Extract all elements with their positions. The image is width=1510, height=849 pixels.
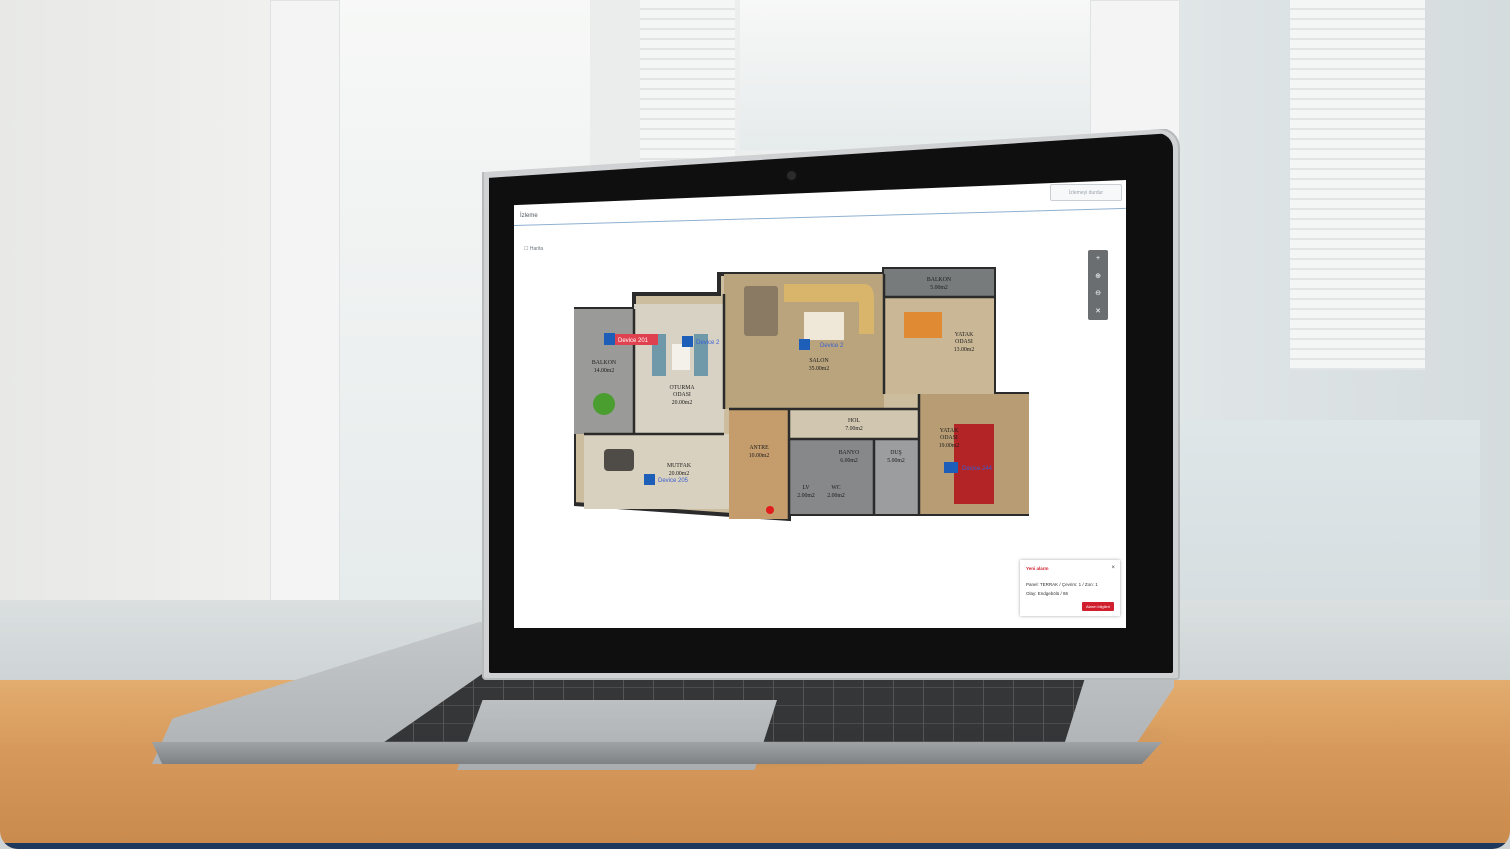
room-label-yatak-top: YATAK (955, 332, 974, 338)
device-label-205: Device 205 (658, 478, 689, 484)
room-label-lv: LV (802, 485, 810, 491)
close-icon[interactable]: × (1111, 565, 1115, 571)
device-label-201: Device 201 (618, 338, 649, 344)
floor-plan: BALKON 5.00m2 BALKON 14.00m2 OTURMA ODAS… (574, 267, 1029, 522)
room-area-banyo: 6.00m2 (840, 458, 858, 464)
room-area-lv: 2.00m2 (797, 493, 815, 499)
alarm-panel-info: Panel: TERRAK / Çevrim: 1 / Zon: 1 (1026, 582, 1098, 587)
living-table (672, 344, 690, 370)
room-label-balkon-left: BALKON (592, 360, 617, 366)
device-label-2: Device 2 (820, 343, 844, 349)
device-marker-201[interactable]: Device 201 (604, 333, 658, 345)
room-balkon-top (884, 269, 994, 297)
room-banyo (789, 439, 874, 514)
webcam-icon (787, 171, 796, 180)
window-frame (270, 0, 340, 610)
room-area-yatak-bottom: 19.00m2 (939, 443, 960, 449)
room-label-wc: WC (831, 485, 840, 491)
room-label-hol: HOL (848, 418, 860, 424)
desk-orange (904, 312, 942, 338)
footer-bar (0, 843, 1510, 849)
photo-scene: İzleme İzlemeyi durdur ☐ Harita + ⊕ ⊖ ✕ (0, 0, 1510, 849)
window-shutter (640, 0, 735, 170)
room-label-oturma-2: ODASI (673, 392, 691, 398)
room-label-oturma: OTURMA (669, 385, 695, 391)
background-window-center (740, 0, 1090, 150)
room-yatak-odasi-top (884, 297, 994, 394)
breadcrumb: ☐ Harita (524, 246, 544, 252)
alarm-point (766, 506, 774, 514)
kitchen-table (604, 449, 634, 471)
room-label-dus: DUŞ (890, 450, 902, 456)
alarm-event-info: Olay: Endgebölü / 86 (1026, 591, 1069, 596)
plant (593, 393, 615, 415)
zoom-add-icon[interactable]: + (1096, 255, 1100, 262)
device-label-oturma: Device 2 (696, 340, 720, 346)
room-area-dus: 5.00m2 (887, 458, 905, 464)
room-area-mutfak: 20.00m2 (669, 471, 690, 477)
room-area-yatak-top: 13.00m2 (954, 347, 975, 353)
bed-red (954, 424, 994, 504)
laptop-screen: İzleme İzlemeyi durdur ☐ Harita + ⊕ ⊖ ✕ (514, 180, 1126, 628)
room-area-balkon-left: 14.00m2 (594, 368, 615, 374)
header-divider (514, 207, 1126, 226)
room-area-wc: 2.00m2 (827, 493, 845, 499)
alarm-title: Yeni alarm (1026, 566, 1049, 571)
dining-table (744, 286, 778, 336)
zoom-in-icon[interactable]: ⊕ (1095, 272, 1101, 280)
room-label-salon: SALON (809, 358, 829, 364)
room-area-salon: 35.00m2 (809, 366, 830, 372)
room-label-yatak-bottom-2: ODASI (940, 435, 958, 441)
window-shutter-right (1290, 0, 1425, 370)
room-label-balkon-top: BALKON (927, 277, 952, 283)
room-area-hol: 7.00m2 (845, 426, 863, 432)
alarm-notification: Yeni alarm × Panel: TERRAK / Çevrim: 1 /… (1020, 560, 1120, 616)
device-label-244: Device 244 (962, 466, 993, 472)
room-antre (729, 409, 789, 519)
room-label-banyo: BANYO (839, 450, 860, 456)
room-label-yatak-bottom: YATAK (940, 428, 959, 434)
room-mutfak (584, 434, 729, 509)
room-area-balkon-top: 5.00m2 (930, 285, 948, 291)
map-zoom-toolbar: + ⊕ ⊖ ✕ (1088, 250, 1108, 320)
coffee-table (804, 312, 844, 340)
room-area-oturma: 20.00m2 (672, 400, 693, 406)
room-label-antre: ANTRE (749, 445, 769, 451)
room-label-yatak-top-2: ODASI (955, 339, 973, 345)
zoom-out-icon[interactable]: ⊖ (1095, 289, 1101, 297)
room-area-antre: 10.00m2 (749, 453, 770, 459)
room-label-mutfak: MUTFAK (667, 463, 692, 469)
room-hol (789, 409, 919, 439)
stop-monitoring-button[interactable]: İzlemeyi durdur (1050, 184, 1122, 201)
alarm-details-button[interactable]: Alarm bilgileri (1081, 602, 1114, 611)
page-title: İzleme (520, 213, 538, 219)
laptop-base-front (152, 742, 1162, 764)
fit-screen-icon[interactable]: ✕ (1095, 307, 1101, 315)
